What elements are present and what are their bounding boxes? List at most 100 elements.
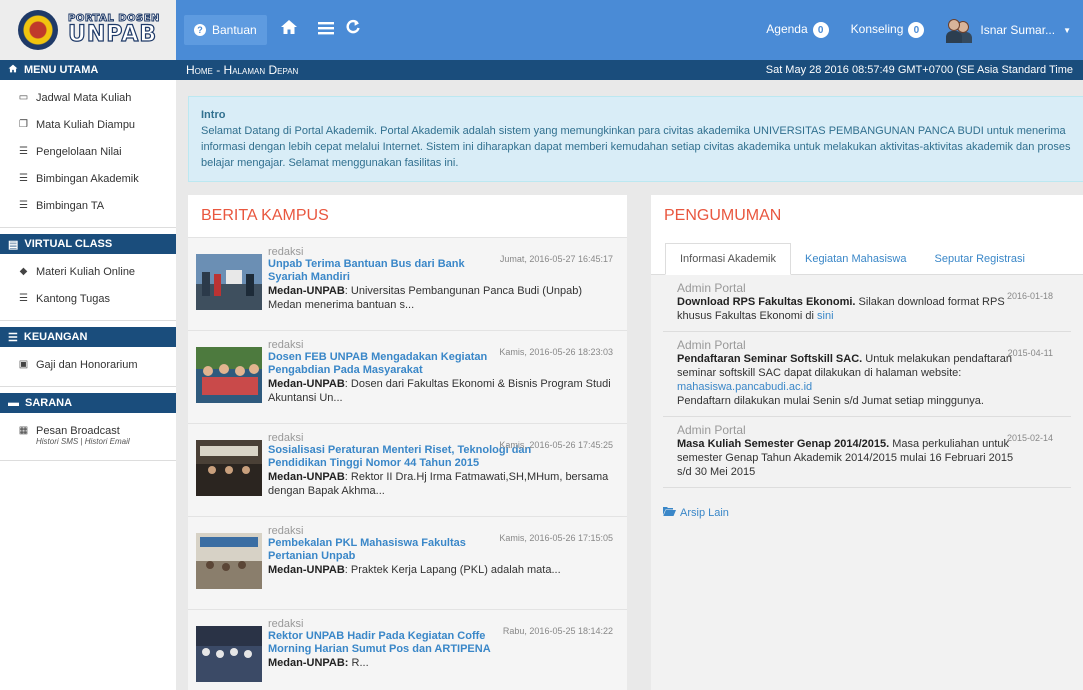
news-lead: Medan-UNPAB [268, 285, 345, 297]
news-item[interactable]: redaksi Kamis, 2016-05-26 17:15:05 Pembe… [188, 516, 627, 609]
datetime-text: Sat May 28 2016 08:57:49 GMT+0700 (SE As… [765, 64, 1073, 76]
caret-down-icon: ▼ [1063, 25, 1071, 35]
intro-text: Selamat Datang di Portal Akademik. Porta… [201, 125, 1071, 169]
tab-seputar-registrasi[interactable]: Seputar Registrasi [921, 243, 1040, 274]
konseling-link[interactable]: Konseling 0 [851, 22, 925, 39]
panel-title: PENGUMUMAN [664, 207, 782, 224]
news-item[interactable]: redaksi Rabu, 2016-05-25 18:14:22 Rektor… [188, 609, 627, 690]
announcement-date: 2015-02-14 [1006, 433, 1053, 443]
news-date: Kamis, 2016-05-26 18:23:03 [499, 347, 613, 357]
intro-alert: Intro Selamat Datang di Portal Akademik.… [188, 96, 1083, 182]
news-lead: Medan-UNPAB [268, 378, 345, 390]
news-date: Rabu, 2016-05-25 18:14:22 [502, 626, 613, 636]
sidebar-item-label: Jadwal Mata Kuliah [36, 91, 132, 104]
news-lead: Medan-UNPAB [268, 471, 345, 483]
refresh-icon[interactable] [346, 18, 360, 40]
list-icon: ☰ [19, 293, 28, 304]
announcement-item: Admin Portal 2015-02-14 Masa Kuliah Seme… [663, 417, 1071, 488]
list-icon: ☰ [19, 173, 28, 184]
tab-informasi-akademik[interactable]: Informasi Akademik [665, 243, 791, 275]
news-item[interactable]: redaksi Jumat, 2016-05-27 16:45:17 Unpab… [188, 237, 627, 330]
agenda-link[interactable]: Agenda 0 [766, 22, 829, 39]
news-title-link[interactable]: Unpab Terima Bantuan Bus dari Bank Syari… [268, 258, 498, 284]
sidebar-item-pengelolaan-nilai[interactable]: ☰ Pengelolaan Nilai [0, 138, 176, 165]
sidebar: MENU UTAMA ▭ Jadwal Mata Kuliah ❐ Mata Kul… [0, 60, 176, 690]
logo[interactable]: PORTAL DOSEN UNPAB [0, 0, 176, 60]
top-navbar: PORTAL DOSEN UNPAB ? Bantuan Agenda 0 Kon… [0, 0, 1083, 60]
question-icon: ? [194, 24, 206, 36]
sidebar-item-materi-kuliah-online[interactable]: ◆ Materi Kuliah Online [0, 258, 176, 285]
archive-link[interactable]: Arsip Lain [651, 488, 1083, 519]
section-title: KEUANGAN [23, 331, 88, 343]
section-title: MENU UTAMA [24, 64, 99, 76]
tag-icon: ◆ [19, 266, 28, 277]
sidebar-item-label: Gaji dan Honorarium [36, 358, 138, 371]
sidebar-section-menu-utama: MENU UTAMA [0, 60, 176, 80]
news-item[interactable]: redaksi Kamis, 2016-05-26 17:45:25 Sosia… [188, 423, 627, 516]
news-lead: Medan-UNPAB: [268, 657, 349, 669]
user-menu[interactable]: Isnar Sumar... ▼ [946, 17, 1071, 43]
campus-news-panel: BERITA KAMPUS redaksi Jumat, 2016-05-27 … [188, 195, 627, 690]
sidebar-item-bimbingan-akademik[interactable]: ☰ Bimbingan Akademik [0, 165, 176, 192]
konseling-count-badge: 0 [908, 22, 925, 39]
sidebar-item-jadwal-mata-kuliah[interactable]: ▭ Jadwal Mata Kuliah [0, 84, 176, 111]
sidebar-section-virtual-class: ▤ VIRTUAL CLASS [0, 234, 176, 254]
sidebar-section-keuangan: ☰ KEUANGAN [0, 327, 176, 347]
website-link[interactable]: mahasiswa.pancabudi.ac.id [677, 381, 812, 393]
breadcrumb: Home - Halaman Depan [186, 63, 299, 77]
news-date: Jumat, 2016-05-27 16:45:17 [499, 254, 613, 264]
announcement-headline: Download RPS Fakultas Ekonomi. [677, 296, 856, 308]
agenda-count-badge: 0 [812, 22, 829, 39]
panel-title: BERITA KAMPUS [201, 207, 329, 224]
user-name: Isnar Sumar... [980, 23, 1056, 37]
help-button[interactable]: ? Bantuan [184, 15, 267, 45]
section-title: VIRTUAL CLASS [24, 238, 113, 250]
news-thumbnail [196, 626, 262, 682]
news-item[interactable]: redaksi Kamis, 2016-05-26 18:23:03 Dosen… [188, 330, 627, 423]
sidebar-item-label: Materi Kuliah Online [36, 265, 136, 278]
announcement-item: Admin Portal 2016-01-18 Download RPS Fak… [663, 275, 1071, 332]
news-title-link[interactable]: Pembekalan PKL Mahasiswa Fakultas Pertan… [268, 537, 498, 563]
sidebar-item-label: Pesan Broadcast [36, 424, 120, 437]
broadcast-history-links[interactable]: Histori SMS | Histori Email [0, 437, 176, 452]
sidebar-item-label: Bimbingan Akademik [36, 172, 139, 185]
announcement-author: Admin Portal [677, 281, 746, 295]
sidebar-item-label: Mata Kuliah Diampu [36, 118, 136, 131]
announcement-author: Admin Portal [677, 338, 746, 352]
help-label: Bantuan [212, 23, 257, 37]
list-icon: ☰ [19, 146, 28, 157]
news-thumbnail [196, 347, 262, 403]
hdd-icon: ▬ [8, 397, 19, 409]
news-title-link[interactable]: Dosen FEB UNPAB Mengadakan Kegiatan Peng… [268, 351, 498, 377]
sidebar-item-mata-kuliah-diampu[interactable]: ❐ Mata Kuliah Diampu [0, 111, 176, 138]
download-link[interactable]: sini [817, 310, 834, 322]
university-emblem-icon [18, 10, 58, 50]
sidebar-section-sarana: ▬ SARANA [0, 393, 176, 413]
menu-toggle-icon[interactable] [318, 18, 334, 40]
announcement-item: Admin Portal 2015-04-11 Pendaftaran Semi… [663, 332, 1071, 417]
news-excerpt: R... [348, 657, 369, 669]
card-icon: ▭ [18, 92, 29, 103]
copy-icon: ❐ [19, 119, 28, 130]
list-icon: ☰ [19, 200, 28, 211]
money-icon: ▣ [18, 359, 29, 370]
sidebar-item-kantong-tugas[interactable]: ☰ Kantong Tugas [0, 285, 176, 312]
news-thumbnail [196, 440, 262, 496]
sidebar-item-gaji-dan-honorarium[interactable]: ▣ Gaji dan Honorarium [0, 351, 176, 378]
tab-kegiatan-mahasiswa[interactable]: Kegiatan Mahasiswa [791, 243, 921, 274]
announcement-headline: Masa Kuliah Semester Genap 2014/2015. [677, 438, 890, 450]
announcement-author: Admin Portal [677, 423, 746, 437]
news-date: Kamis, 2016-05-26 17:15:05 [499, 533, 613, 543]
announcement-date: 2015-04-11 [1007, 348, 1053, 358]
announcement-date: 2016-01-18 [1006, 291, 1053, 301]
intro-title: Intro [201, 109, 226, 121]
home-icon[interactable] [280, 18, 298, 40]
news-title-link[interactable]: Rektor UNPAB Hadir Pada Kegiatan Coffe M… [268, 630, 498, 656]
section-title: SARANA [25, 397, 73, 409]
news-date: Kamis, 2016-05-26 17:45:25 [499, 440, 613, 450]
announcement-tabs: Informasi Akademik Kegiatan Mahasiswa Se… [651, 243, 1083, 275]
sidebar-item-label: Bimbingan TA [36, 199, 105, 212]
sidebar-item-bimbingan-ta[interactable]: ☰ Bimbingan TA [0, 192, 176, 219]
sidebar-item-label: Kantong Tugas [36, 292, 111, 305]
archive-label: Arsip Lain [680, 506, 729, 519]
